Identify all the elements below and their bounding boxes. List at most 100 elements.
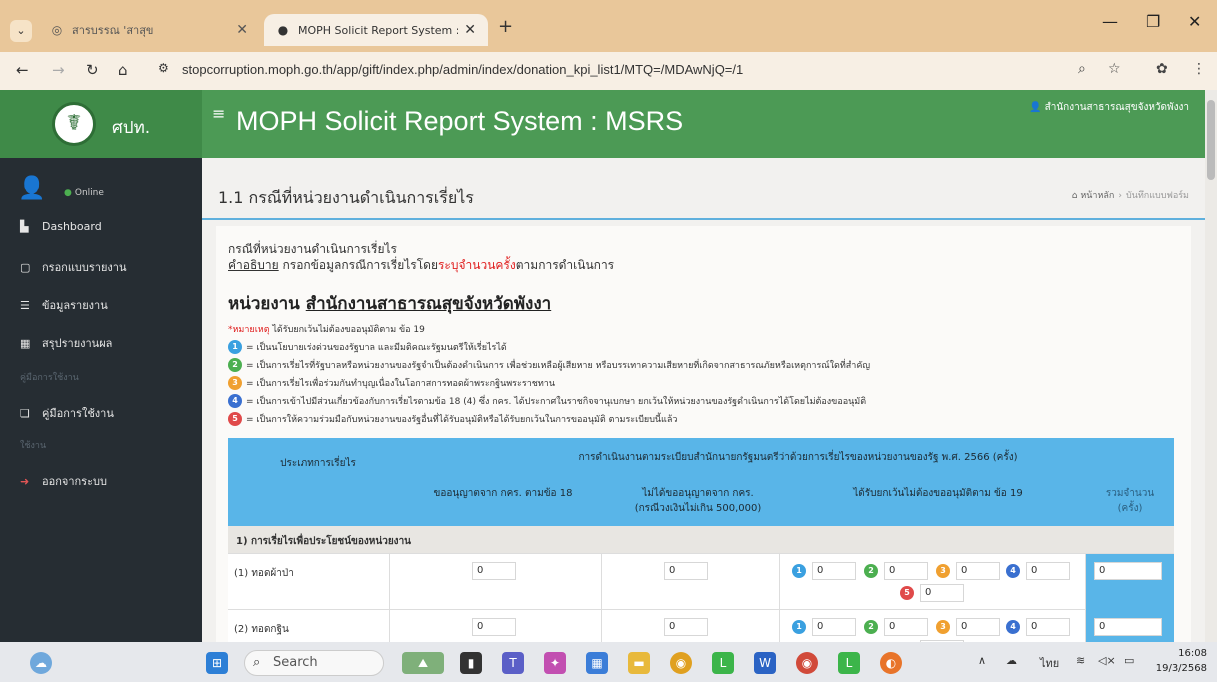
site-info-icon[interactable]: ⚙ bbox=[158, 61, 169, 75]
sidebar-item-fill-report[interactable]: ▢ กรอกแบบรายงาน bbox=[20, 258, 127, 276]
app-title: MOPH Solicit Report System : MSRS bbox=[236, 106, 684, 136]
start-icon[interactable]: ⊞ bbox=[206, 652, 228, 674]
browser-tab-1[interactable]: ◎ สารบรรณ 'สาสุข ✕ bbox=[38, 14, 260, 46]
col-a-input[interactable]: 0 bbox=[472, 562, 516, 580]
weather-icon[interactable]: ☁ bbox=[30, 652, 52, 674]
col-a-header: ขออนุญาตจาก กคร. ตามข้อ 18 bbox=[433, 488, 573, 499]
row-label: (1) ทอดผ้าป่า bbox=[234, 568, 294, 579]
sidebar-item-logout[interactable]: ➜ ออกจากระบบ bbox=[20, 472, 107, 490]
exempt-3-input[interactable]: 0 bbox=[956, 562, 1000, 580]
col-b-cell: 0 bbox=[602, 610, 780, 642]
teams-icon[interactable]: T bbox=[502, 652, 524, 674]
sidebar-header: ใช้งาน bbox=[20, 441, 47, 451]
url-field[interactable]: stopcorruption.moph.go.th/app/gift/index… bbox=[182, 62, 743, 77]
exempt-2: 20 bbox=[864, 562, 928, 580]
exempt-3-input[interactable]: 0 bbox=[956, 618, 1000, 636]
sidebar-item-summary[interactable]: ▦ สรุปรายงานผล bbox=[20, 334, 112, 352]
exempt-4-input[interactable]: 0 bbox=[1026, 562, 1070, 580]
sidebar-item-dashboard[interactable]: ▙ Dashboard bbox=[20, 220, 102, 233]
menu-dots-icon[interactable]: ⋮ bbox=[1192, 61, 1206, 77]
exempt-1-input[interactable]: 0 bbox=[812, 562, 856, 580]
line-app-icon[interactable]: L bbox=[838, 652, 860, 674]
col-b-input[interactable]: 0 bbox=[664, 618, 708, 636]
cloud-icon[interactable]: ☁ bbox=[1006, 654, 1017, 667]
explorer-icon[interactable]: ▬ bbox=[628, 652, 650, 674]
row-label-cell: (1) ทอดผ้าป่า bbox=[228, 554, 390, 610]
col-a-input[interactable]: 0 bbox=[472, 618, 516, 636]
note-text: ได้รับยกเว้นไม่ต้องขออนุมัติตาม ข้อ 19 bbox=[269, 325, 425, 335]
home-icon[interactable]: ⌂ bbox=[118, 61, 128, 79]
search-placeholder: Search bbox=[273, 655, 318, 670]
badge-1: 1 bbox=[792, 564, 806, 578]
col-c-cell: 10 20 30 40 50 bbox=[780, 554, 1086, 610]
forward-icon[interactable]: → bbox=[52, 61, 65, 79]
sidebar-header: คู่มือการใช้งาน bbox=[20, 373, 79, 383]
minimize-button[interactable]: — bbox=[1102, 12, 1118, 31]
volume-icon[interactable]: ◁× bbox=[1098, 654, 1116, 667]
reload-icon[interactable]: ↻ bbox=[86, 61, 99, 79]
bookmark-star-icon[interactable]: ☆ bbox=[1108, 61, 1121, 77]
word-icon[interactable]: W bbox=[754, 652, 776, 674]
scrollbar-thumb[interactable] bbox=[1207, 100, 1215, 180]
badge-2: 2 bbox=[228, 358, 242, 372]
page-title: 1.1 กรณีที่หน่วยงานดำเนินการเรี่ยไร bbox=[218, 188, 474, 207]
firefox-icon[interactable]: ◐ bbox=[880, 652, 902, 674]
form-panel: กรณีที่หน่วยงานดำเนินการเรี่ยไร คำอธิบาย… bbox=[216, 226, 1191, 642]
address-bar: ← → ↻ ⌂ ⚙ stopcorruption.moph.go.th/app/… bbox=[0, 52, 1217, 90]
user-avatar-icon: 👤 bbox=[18, 176, 46, 201]
language-indicator[interactable]: ไทย bbox=[1040, 654, 1059, 672]
zoom-icon[interactable]: ⌕ bbox=[1078, 61, 1086, 77]
note-label: *หมายเหตุ bbox=[228, 325, 270, 335]
task-view-icon[interactable]: ▮ bbox=[460, 652, 482, 674]
breadcrumb-home[interactable]: หน้าหลัก bbox=[1080, 191, 1114, 201]
copilot-icon[interactable]: ✦ bbox=[544, 652, 566, 674]
hamburger-icon[interactable]: ≡ bbox=[212, 104, 225, 123]
col-b-header: ไม่ได้ขออนุญาตจาก กคร. (กรณีวงเงินไม่เกิน… bbox=[608, 486, 788, 516]
status-text: Online bbox=[74, 188, 104, 198]
taskbar-clock[interactable]: 16:08 19/3/2568 bbox=[1156, 646, 1207, 676]
chrome-icon[interactable]: ◉ bbox=[670, 652, 692, 674]
col-c-cell: 10 20 30 40 50 bbox=[780, 610, 1086, 642]
description-highlight: ระบุจำนวนครั้ง bbox=[437, 258, 516, 272]
sidebar: 👤 ● Online ▙ Dashboard ▢ กรอกแบบรายงาน ☰ ข้อ… bbox=[0, 158, 202, 642]
widget-icon[interactable]: ⛰ bbox=[402, 652, 444, 674]
col-group-header: การดำเนินงานตามระเบียบสำนักนายกรัฐมนตรีว… bbox=[578, 452, 1018, 463]
page-scrollbar[interactable] bbox=[1205, 90, 1217, 642]
battery-icon[interactable]: ▭ bbox=[1124, 654, 1134, 667]
exempt-4-input[interactable]: 0 bbox=[1026, 618, 1070, 636]
restore-button[interactable]: ❐ bbox=[1146, 12, 1160, 31]
note-item: 3 = เป็นการเรี่ยไรเพื่อร่วมกันทำบุญเนื่อง… bbox=[228, 376, 555, 390]
user-menu[interactable]: 👤 สำนักงานสาธารณสุขจังหวัดพังงา bbox=[1029, 100, 1189, 115]
close-icon[interactable]: ✕ bbox=[464, 22, 476, 38]
exempt-3: 30 bbox=[936, 618, 1000, 636]
close-window-button[interactable]: ✕ bbox=[1188, 12, 1201, 31]
browser-tab-2[interactable]: ● MOPH Solicit Report System : M ✕ bbox=[264, 14, 488, 46]
browser-tabbar: ⌄ ◎ สารบรรณ 'สาสุข ✕ ● MOPH Solicit Repo… bbox=[0, 0, 1217, 52]
logo-area[interactable]: ☤ ศปท. bbox=[0, 90, 202, 158]
badge-5: 5 bbox=[900, 586, 914, 600]
sidebar-item-manual[interactable]: ❏ คู่มือการใช้งาน bbox=[20, 404, 114, 422]
logo-text: ศปท. bbox=[112, 118, 151, 138]
extension-icon[interactable]: ✿ bbox=[1156, 61, 1168, 77]
breadcrumb-current: บันทึกแบบฟอร์ม bbox=[1125, 191, 1189, 201]
exempt-2-input[interactable]: 0 bbox=[884, 562, 928, 580]
wifi-icon[interactable]: ≋ bbox=[1076, 654, 1085, 667]
tab-title: MOPH Solicit Report System : M bbox=[298, 23, 459, 37]
exempt-5-input[interactable]: 0 bbox=[920, 584, 964, 602]
taskbar-search[interactable]: ⌕ Search bbox=[244, 650, 384, 676]
chrome-profile-icon[interactable]: ◉ bbox=[796, 652, 818, 674]
store-icon[interactable]: ▦ bbox=[586, 652, 608, 674]
exempt-1: 10 bbox=[792, 618, 856, 636]
close-icon[interactable]: ✕ bbox=[236, 22, 248, 38]
tab-search-button[interactable]: ⌄ bbox=[10, 20, 32, 42]
line-icon[interactable]: L bbox=[712, 652, 734, 674]
exempt-2-input[interactable]: 0 bbox=[884, 618, 928, 636]
exempt-1-input[interactable]: 0 bbox=[812, 618, 856, 636]
sidebar-item-label: สรุปรายงานผล bbox=[42, 337, 113, 350]
badge-5: 5 bbox=[228, 412, 242, 426]
col-b-input[interactable]: 0 bbox=[664, 562, 708, 580]
sidebar-item-report-data[interactable]: ☰ ข้อมูลรายงาน bbox=[20, 296, 108, 314]
new-tab-button[interactable]: + bbox=[498, 16, 513, 37]
chevron-up-icon[interactable]: ∧ bbox=[978, 654, 986, 667]
back-icon[interactable]: ← bbox=[16, 61, 29, 79]
